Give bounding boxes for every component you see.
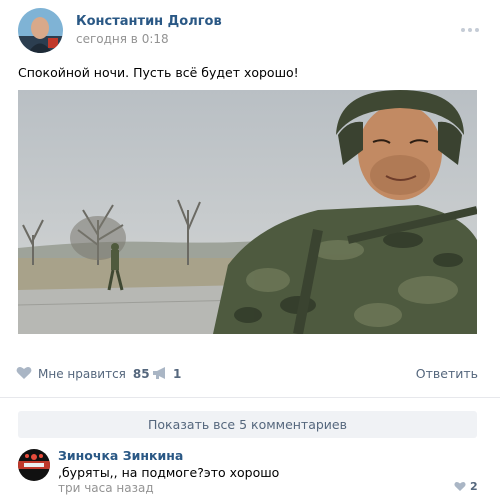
like-label: Мне нравится xyxy=(38,367,126,381)
share-button[interactable]: 1 xyxy=(152,364,181,384)
comment-time[interactable]: три часа назад xyxy=(58,481,154,495)
more-dots-icon[interactable] xyxy=(460,19,480,32)
post-text: Спокойной ночи. Пусть всё будет хорошо! xyxy=(18,65,299,80)
author-avatar[interactable] xyxy=(18,8,63,53)
share-count: 1 xyxy=(173,367,182,381)
wall-post: Константин Долгов сегодня в 0:18 Спокойн… xyxy=(0,0,500,497)
comment-text: ,буряты,, на подмоге?это хорошо xyxy=(58,465,280,480)
divider xyxy=(0,397,500,398)
post-actions: Мне нравится 85 1 Ответить xyxy=(0,358,500,390)
post-header: Константин Долгов сегодня в 0:18 xyxy=(0,0,500,60)
show-all-comments-button[interactable]: Показать все 5 комментариев xyxy=(18,411,477,438)
like-button[interactable]: Мне нравится 85 xyxy=(16,364,150,384)
comment-like-count: 2 xyxy=(470,479,478,493)
author-name-link[interactable]: Константин Долгов xyxy=(76,14,222,29)
post-date[interactable]: сегодня в 0:18 xyxy=(76,32,169,46)
like-count: 85 xyxy=(132,367,150,381)
heart-icon xyxy=(454,477,466,496)
reply-button[interactable]: Ответить xyxy=(416,366,478,381)
megaphone-icon xyxy=(152,365,168,384)
commenter-avatar[interactable] xyxy=(18,449,50,481)
commenter-name-link[interactable]: Зиночка Зинкина xyxy=(58,448,183,463)
comment-like-button[interactable]: 2 xyxy=(454,479,478,493)
heart-icon xyxy=(16,365,32,384)
comment-item: Зиночка Зинкина ,буряты,, на подмоге?это… xyxy=(0,445,500,497)
post-photo[interactable] xyxy=(18,90,477,334)
